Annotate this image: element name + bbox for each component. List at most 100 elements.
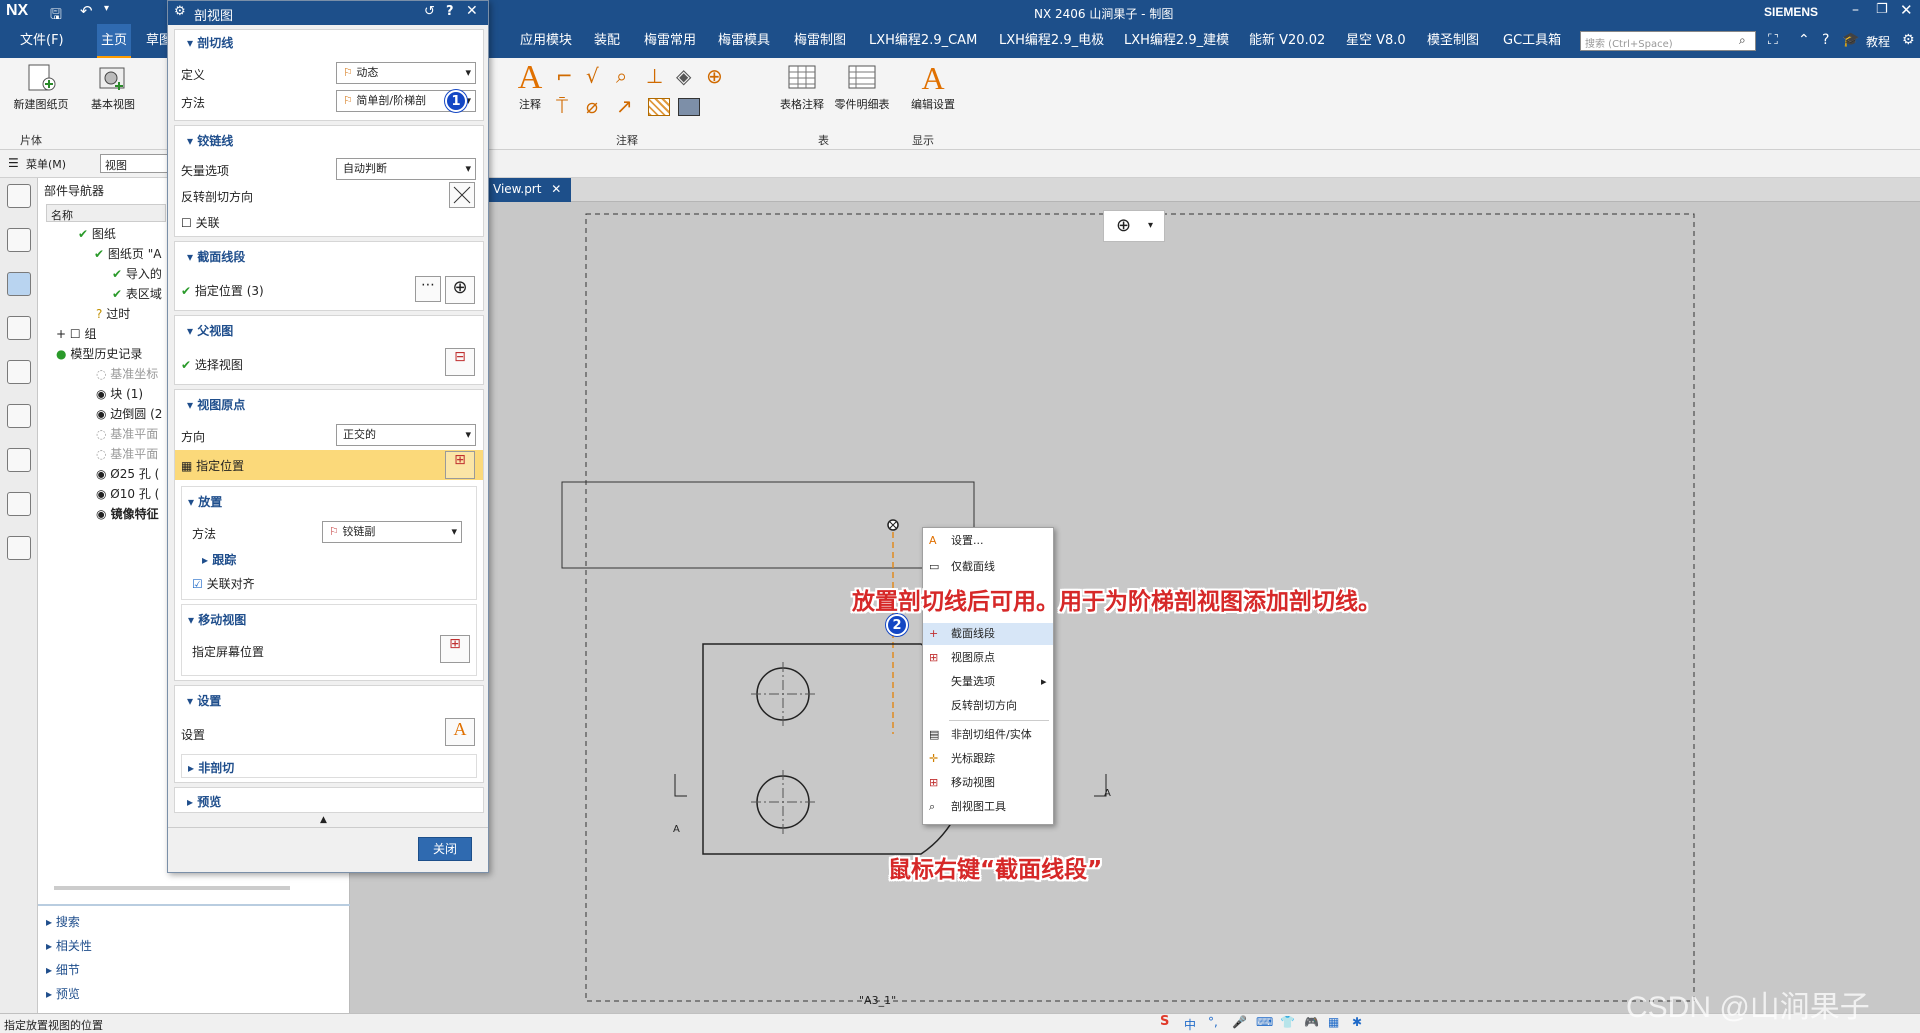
weld-symbol-icon[interactable]: ⊥ [646,64,663,88]
origin-position-button[interactable]: ⊞ [445,451,475,479]
system-scenes-icon[interactable] [7,536,31,560]
tree-item-mirror[interactable]: ◉ 镜像特征 [96,504,159,524]
tree-item-hole-10[interactable]: ◉ Ø10 孔 ( [96,484,159,504]
menu-dropdown[interactable]: 菜单(M) [26,156,66,172]
direction-select[interactable]: 正交的 [336,424,476,446]
sec-origin-header[interactable]: ▾ 视图原点 [187,396,245,413]
image-icon[interactable] [678,98,700,116]
panel-preview[interactable]: ▸ 预览 [46,984,80,1004]
close-tab-icon[interactable]: ✕ [551,182,561,196]
tree-item-group[interactable]: + ☐ 组 [56,324,96,344]
tree-item-imported[interactable]: ✔ 导入的 [112,264,162,284]
menu-apps[interactable]: 应用模块 [520,24,572,58]
placement-method-select[interactable]: ⚐ 铰链副 [322,521,462,543]
area-fill-icon[interactable] [648,98,670,116]
collapse-up-icon[interactable]: ▲ [320,815,327,825]
apps-grid-icon[interactable]: ▦ [1328,1015,1339,1029]
settings-icon[interactable]: ⚙ [1902,32,1915,48]
move-view-button[interactable]: ⊞ [440,635,470,663]
reset-icon[interactable]: ↺ [424,4,435,19]
menu-lxh-electrode[interactable]: LXH编程2.9_电极 [999,24,1104,58]
edit-settings-button[interactable]: A 编辑设置 [908,62,958,112]
punctuation-icon[interactable]: °, [1208,1015,1218,1029]
panel-details[interactable]: ▸ 细节 [46,960,80,980]
ctx-section-view-tools[interactable]: ⌕ 剖视图工具 [923,796,1053,818]
track-header[interactable]: ▸ 跟踪 [202,551,236,568]
menu-home[interactable]: 主页 [97,24,132,58]
tree-item-edge-blend[interactable]: ◉ 边倒圆 (2 [96,404,162,424]
search-icon[interactable]: ⌕ [1739,33,1746,48]
menu-meilei-drafting[interactable]: 梅雷制图 [794,24,846,58]
snap-position-button[interactable]: ⊕ [445,276,475,304]
type-filter-select[interactable]: 视图 [100,154,168,173]
snap-point-icon[interactable]: ⊕ [1116,215,1131,236]
ctx-move-view[interactable]: ⊞ 移动视图 [923,772,1053,794]
menu-lxh-cam[interactable]: LXH编程2.9_CAM [869,24,977,58]
fill-icon[interactable]: ◈ [676,64,691,88]
ctx-non-section[interactable]: ▤ 非剖切组件/实体 [923,724,1053,746]
part-navigator-icon[interactable] [7,272,31,296]
hd3d-icon[interactable] [7,360,31,384]
datum-feature-icon[interactable]: √ [586,64,599,88]
target-point-icon[interactable]: ⊕ [706,64,723,88]
restore-icon[interactable]: ❐ [1876,2,1888,17]
minimize-icon[interactable]: – [1852,2,1859,18]
file-tab-view[interactable]: View.prt ✕ [489,178,571,202]
ime-toolbar[interactable]: S 中 °, 🎤 ⌨ 👕 🎮 ▦ ✱ [1160,1014,1380,1033]
select-view-button[interactable]: ⊟ [445,348,475,376]
tree-item-table-area[interactable]: ✔ 表区域 [112,284,162,304]
assoc-checkbox[interactable]: ☐ 关联 [181,214,220,231]
history-icon[interactable] [7,448,31,472]
ctx-cursor-tracking[interactable]: ✛ 光标跟踪 [923,748,1053,770]
ime-settings-icon[interactable]: ✱ [1352,1015,1362,1029]
roles-icon[interactable] [7,184,31,208]
menu-nengxin[interactable]: 能新 V20.02 [1249,24,1325,58]
skin-icon[interactable]: 👕 [1280,1015,1295,1029]
table-note-button[interactable]: 表格注释 [778,62,826,112]
panel-search[interactable]: ▸ 搜索 [46,912,80,932]
sec-settings-header[interactable]: ▾ 设置 [187,692,221,709]
tree-item-obsolete[interactable]: ? 过时 [96,304,130,324]
sub-move-header[interactable]: ▾ 移动视图 [188,611,246,628]
game-icon[interactable]: 🎮 [1304,1015,1319,1029]
command-search-field[interactable]: 搜索 (Ctrl+Space) ⌕ [1580,31,1756,51]
vector-select[interactable]: 自动判断 [336,158,476,180]
non-section-group[interactable]: ▸ 非剖切 [181,754,477,778]
menu-file[interactable]: 文件(F) [20,24,64,58]
panel-dependencies[interactable]: ▸ 相关性 [46,936,92,956]
tree-item-model-history[interactable]: ● 模型历史记录 [56,344,142,364]
new-sheet-button[interactable]: 新建图纸页 [10,62,72,112]
keyboard-icon[interactable]: ⌨ [1256,1015,1273,1029]
menu-assembly[interactable]: 装配 [594,24,620,58]
web-browser-icon[interactable] [7,404,31,428]
tree-item-sheet[interactable]: ✔ 图纸页 "A [94,244,161,264]
settings-button[interactable]: A [445,718,475,746]
assembly-navigator-icon[interactable] [7,228,31,252]
process-studio-icon[interactable] [7,492,31,516]
menu-xingkong[interactable]: 星空 V8.0 [1346,24,1406,58]
menu-mosheng[interactable]: 模圣制图 [1427,24,1479,58]
sec-parent-header[interactable]: ▾ 父视图 [187,322,233,339]
leader-icon[interactable]: ↗ [616,94,633,118]
ctx-section-line-only[interactable]: ▭ 仅截面线 [923,556,1053,578]
column-header[interactable]: 名称 [46,204,166,222]
close-window-icon[interactable]: ✕ [1900,1,1913,19]
assoc-align-checkbox[interactable]: ☑ 关联对齐 [192,575,255,592]
snap-dropdown-icon[interactable]: ▾ [1148,220,1153,231]
dialog-help-icon[interactable]: ? [446,4,454,19]
sub-place-header[interactable]: ▾ 放置 [188,493,222,510]
sec-hinge-header[interactable]: ▾ 铰链线 [187,132,233,149]
fullscreen-icon[interactable]: ⛶ [1768,32,1778,48]
dialog-close-icon[interactable]: ✕ [466,3,478,19]
menu-gc-toolbox[interactable]: GC工具箱 [1503,24,1561,58]
tree-item-datum-csys[interactable]: ◌ 基准坐标 [96,364,158,384]
menu-meilei-mold[interactable]: 梅雷模具 [718,24,770,58]
horizontal-scrollbar[interactable] [54,886,290,890]
ctx-reverse-direction[interactable]: 反转剖切方向 [923,695,1053,717]
help-icon[interactable]: ? [1822,32,1829,48]
tree-item-datum-plane-2[interactable]: ◌ 基准平面 [96,444,158,464]
id-symbol-icon[interactable]: ⍑ [556,94,568,118]
sogou-icon[interactable]: S [1160,1014,1169,1029]
reuse-library-icon[interactable] [7,316,31,340]
ime-chinese-label[interactable]: 中 [1184,1016,1196,1033]
